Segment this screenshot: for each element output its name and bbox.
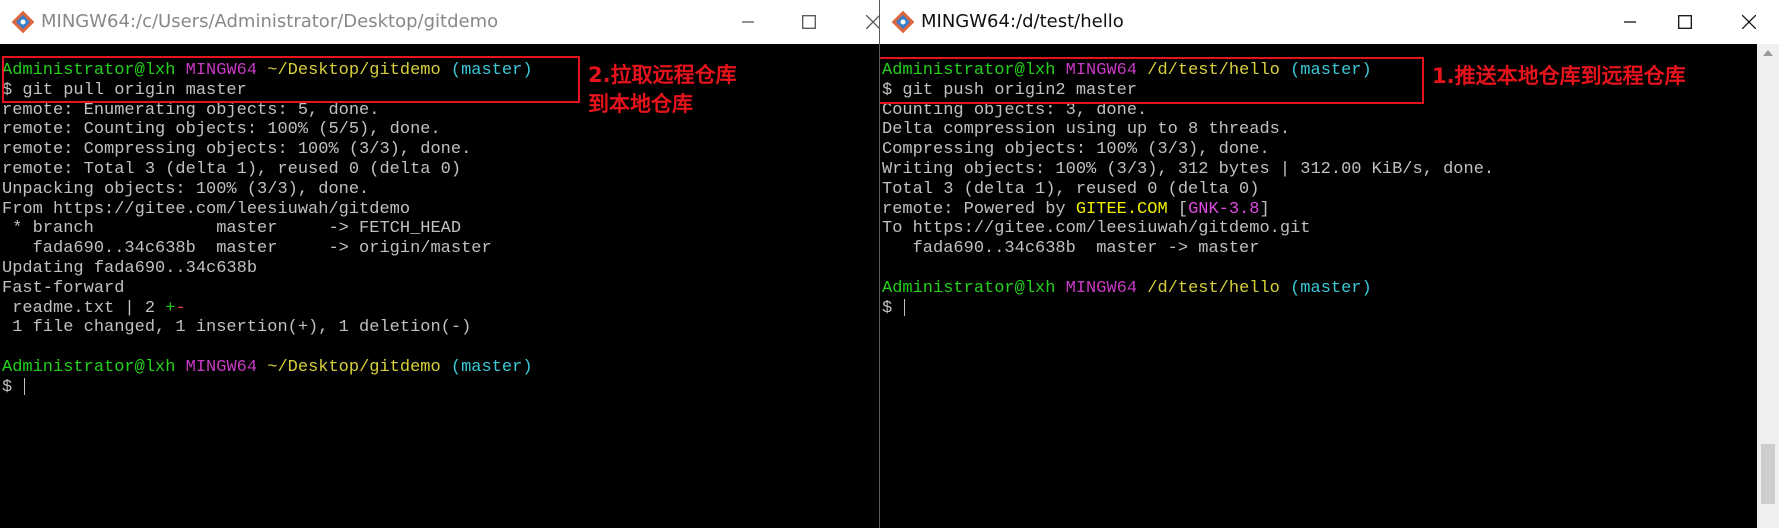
minimize-button[interactable] (1607, 0, 1653, 44)
maximize-button[interactable] (786, 0, 832, 44)
window-title: MINGW64:/d/test/hello (921, 11, 1124, 32)
right-terminal-window[interactable]: MINGW64:/d/test/hello Administrator@lxh … (879, 0, 1779, 528)
terminal-line: remote: Powered by GITEE.COM [GNK-3.8] (882, 200, 1494, 220)
git-bash-icon (11, 10, 35, 34)
right-titlebar[interactable]: MINGW64:/d/test/hello (880, 0, 1779, 44)
terminal-line: Fast-forward (2, 279, 533, 299)
terminal-line: Administrator@lxh MINGW64 ~/Desktop/gitd… (2, 358, 533, 378)
terminal-text: Updating fada690..34c638b (2, 258, 258, 278)
terminal-line: To https://gitee.com/leesiuwah/gitdemo.g… (882, 219, 1494, 239)
terminal-text: remote: Enumerating objects: 5, done. (2, 100, 380, 120)
terminal-line: * branch master -> FETCH_HEAD (2, 219, 533, 239)
close-icon (1742, 15, 1756, 29)
terminal-line: 1 file changed, 1 insertion(+), 1 deleti… (2, 318, 533, 338)
terminal-text: remote: Total 3 (delta 1), reused 0 (del… (2, 159, 462, 179)
left-titlebar[interactable]: MINGW64:/c/Users/Administrator/Desktop/g… (0, 0, 879, 44)
terminal-line: remote: Enumerating objects: 5, done. (2, 101, 533, 121)
maximize-button[interactable] (1662, 0, 1708, 44)
terminal-text: /d/test/hello (1147, 278, 1291, 298)
terminal-text: (master) (450, 357, 533, 377)
scrollbar-thumb[interactable] (1761, 444, 1775, 504)
minimize-icon (1624, 21, 1636, 23)
terminal-text: (master) (1290, 278, 1372, 298)
close-button[interactable] (850, 0, 879, 44)
terminal-line: remote: Total 3 (delta 1), reused 0 (del… (2, 160, 533, 180)
text-cursor (904, 298, 906, 316)
highlight-box-push (880, 57, 1424, 104)
terminal-line: Total 3 (delta 1), reused 0 (delta 0) (882, 180, 1494, 200)
terminal-text: remote: Powered by (882, 199, 1076, 219)
terminal-text: MINGW64 (1065, 278, 1148, 298)
annotation-line: 1.推送本地仓库到远程仓库 (1432, 64, 1686, 88)
terminal-line: $ (882, 299, 1494, 319)
terminal-text: 1 file changed, 1 insertion(+), 1 deleti… (2, 318, 472, 338)
maximize-icon (802, 15, 816, 29)
minimize-icon (742, 21, 754, 23)
terminal-line: fada690..34c638b master -> master (882, 239, 1494, 259)
terminal-line: From https://gitee.com/leesiuwah/gitdemo (2, 200, 533, 220)
terminal-text: Administrator@lxh (882, 278, 1066, 298)
terminal-line: Updating fada690..34c638b (2, 259, 533, 279)
terminal-line: fada690..34c638b master -> origin/master (2, 239, 533, 259)
terminal-text: $ (882, 298, 903, 318)
scroll-up-arrow-icon[interactable] (1763, 50, 1773, 56)
terminal-lines: Administrator@lxh MINGW64 ~/Desktop/gitd… (2, 61, 533, 398)
terminal-text: Delta compression using up to 8 threads. (882, 120, 1291, 140)
git-bash-icon (891, 10, 915, 34)
close-icon (866, 15, 879, 29)
terminal-text: + (165, 298, 176, 318)
close-button[interactable] (1726, 0, 1772, 44)
terminal-output[interactable]: Administrator@lxh MINGW64 /d/test/hello … (880, 44, 1757, 528)
terminal-line: readme.txt | 2 +- (2, 299, 533, 319)
window-title: MINGW64:/c/Users/Administrator/Desktop/g… (41, 11, 499, 32)
terminal-line: Writing objects: 100% (3/3), 312 bytes |… (882, 160, 1494, 180)
terminal-line: remote: Compressing objects: 100% (3/3),… (2, 140, 533, 160)
text-cursor (24, 377, 26, 395)
terminal-text: [ (1167, 199, 1189, 219)
terminal-output[interactable]: Administrator@lxh MINGW64 ~/Desktop/gitd… (0, 44, 879, 528)
terminal-line: Compressing objects: 100% (3/3), done. (882, 140, 1494, 160)
annotation-line: 到本地仓库 (588, 92, 693, 116)
terminal-text: ~/Desktop/gitdemo (267, 357, 451, 377)
terminal-text: Writing objects: 100% (3/3), 312 bytes |… (882, 159, 1495, 179)
maximize-icon (1678, 15, 1692, 29)
terminal-text: GNK-3.8 (1188, 199, 1260, 219)
terminal-line: Administrator@lxh MINGW64 /d/test/hello … (882, 279, 1494, 299)
annotation-pull: 2.拉取远程仓库 到本地仓库 (588, 61, 737, 119)
terminal-text: remote: Compressing objects: 100% (3/3),… (2, 140, 472, 160)
minimize-button[interactable] (725, 0, 771, 44)
terminal-text: readme.txt | 2 (2, 298, 166, 318)
annotation-push: 1.推送本地仓库到远程仓库 (1432, 62, 1686, 91)
vertical-scrollbar[interactable] (1757, 44, 1779, 528)
terminal-text: Fast-forward (2, 278, 125, 298)
highlight-box-pull (2, 56, 580, 103)
terminal-line: $ (2, 378, 533, 398)
terminal-text: fada690..34c638b master -> master (882, 239, 1260, 259)
terminal-line: Delta compression using up to 8 threads. (882, 120, 1494, 140)
terminal-text: Administrator@lxh (2, 357, 186, 377)
terminal-line: Unpacking objects: 100% (3/3), done. (2, 180, 533, 200)
terminal-text: Compressing objects: 100% (3/3), done. (882, 140, 1270, 160)
left-terminal-window[interactable]: MINGW64:/c/Users/Administrator/Desktop/g… (0, 0, 879, 528)
terminal-line: remote: Counting objects: 100% (5/5), do… (2, 120, 533, 140)
terminal-text: From https://gitee.com/leesiuwah/gitdemo (2, 199, 411, 219)
terminal-text: Unpacking objects: 100% (3/3), done. (2, 179, 370, 199)
terminal-text: remote: Counting objects: 100% (5/5), do… (2, 120, 441, 140)
terminal-text: - (175, 298, 186, 318)
terminal-text: Total 3 (delta 1), reused 0 (delta 0) (882, 179, 1260, 199)
terminal-text: GITEE.COM (1075, 199, 1168, 219)
terminal-text: MINGW64 (185, 357, 268, 377)
terminal-text: ] (1259, 199, 1270, 219)
terminal-text: fada690..34c638b master -> origin/master (2, 239, 492, 259)
terminal-text: To https://gitee.com/leesiuwah/gitdemo.g… (882, 219, 1311, 239)
terminal-text: * branch master -> FETCH_HEAD (2, 219, 462, 239)
annotation-line: 2.拉取远程仓库 (588, 63, 737, 87)
terminal-text: $ (2, 377, 23, 397)
